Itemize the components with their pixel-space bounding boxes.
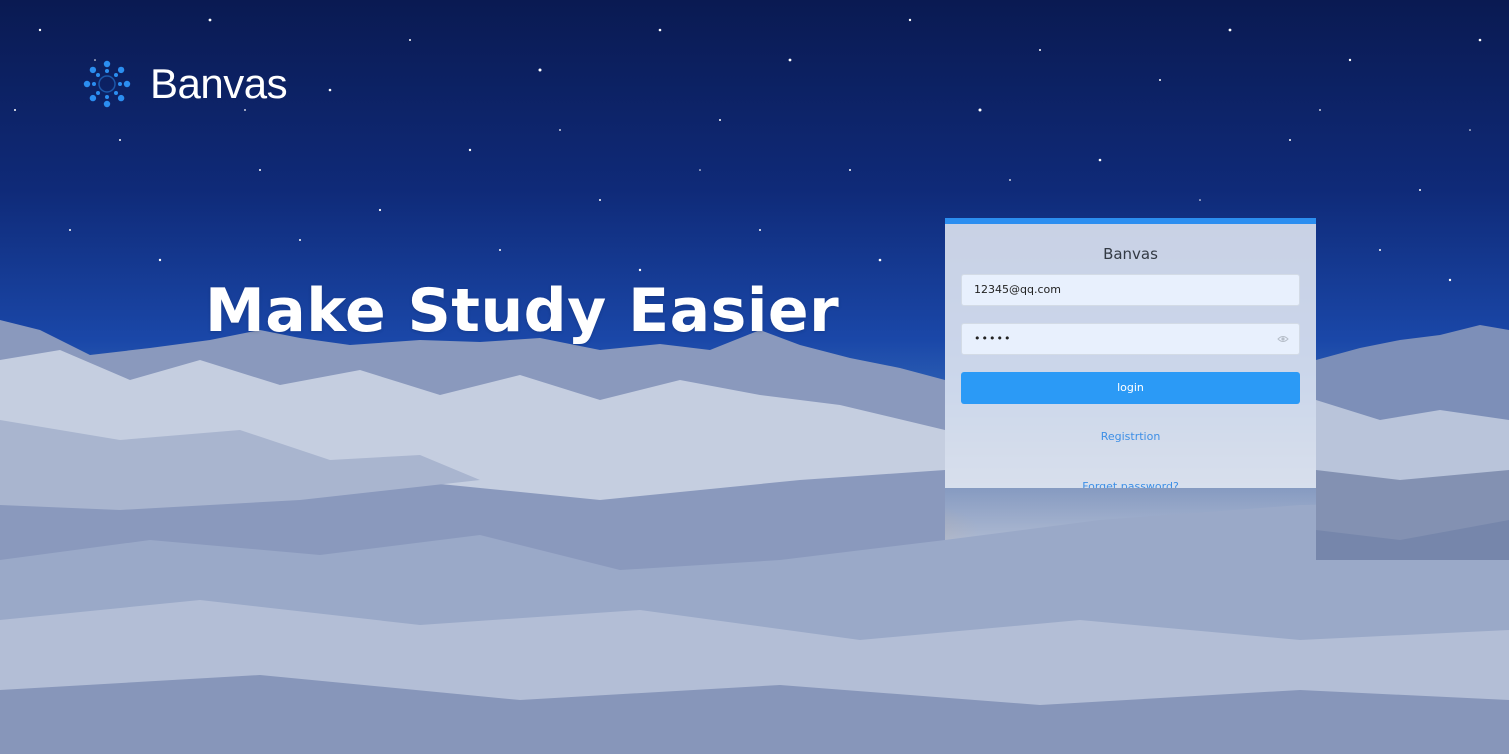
login-button[interactable]: login: [961, 372, 1300, 404]
canvas-dots-icon: [83, 60, 131, 108]
eye-icon[interactable]: [1277, 334, 1289, 344]
forgot-password-link[interactable]: Forget password?: [945, 480, 1316, 488]
login-card-title: Banvas: [1103, 245, 1158, 263]
brand-logo[interactable]: Banvas: [83, 60, 288, 108]
registration-link[interactable]: Registrtion: [945, 430, 1316, 443]
password-field[interactable]: •••••: [961, 323, 1300, 355]
login-card: Banvas 12345@qq.com ••••• login Registrt…: [945, 218, 1316, 488]
brand-name: Banvas: [150, 60, 288, 107]
hero-headline: Make Study Easier: [205, 276, 840, 346]
password-value: •••••: [974, 332, 1012, 345]
email-field[interactable]: 12345@qq.com: [961, 274, 1300, 306]
email-value: 12345@qq.com: [974, 283, 1061, 296]
